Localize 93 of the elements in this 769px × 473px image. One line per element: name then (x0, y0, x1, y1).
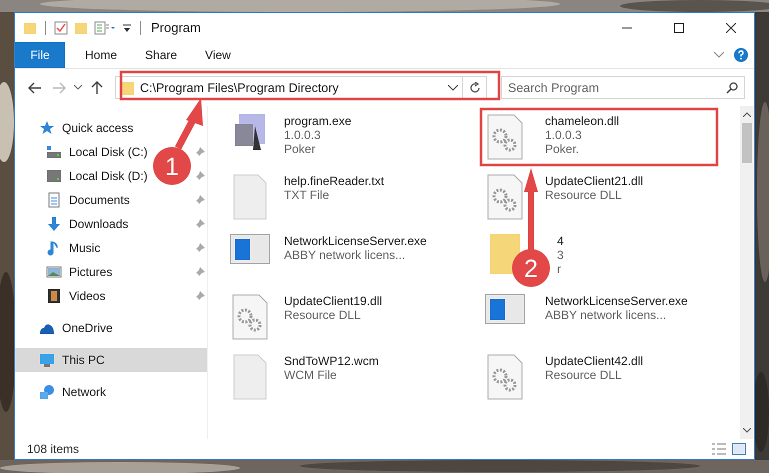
file-name[interactable]: NetworkLicenseServer.exe (284, 234, 427, 248)
refresh-icon (468, 82, 480, 94)
pin-icon[interactable] (195, 291, 205, 301)
file-name[interactable]: NetworkLicenseServer.exe (545, 294, 688, 308)
download-arrow-icon (46, 216, 62, 232)
sidebar-item[interactable]: Music (69, 241, 100, 255)
minimize-icon (622, 26, 632, 28)
file-detail: 3 (557, 248, 564, 262)
forward-arrow-icon[interactable] (52, 82, 66, 94)
app-window-icon (485, 294, 525, 324)
film-icon (46, 288, 62, 304)
file-detail: Resource DLL (545, 188, 623, 202)
folder-icon (122, 80, 134, 94)
gear-file-icon (232, 294, 268, 340)
picture-icon (46, 264, 62, 280)
sidebar-item[interactable]: Local Disk (C:) (69, 145, 148, 159)
file-name[interactable]: chameleon.dll (545, 114, 620, 128)
chevron-down-icon[interactable] (448, 84, 458, 90)
file-name[interactable]: UpdateClient19.dll (284, 294, 382, 308)
pin-icon[interactable] (195, 267, 205, 277)
large-icons-view-icon[interactable] (732, 443, 746, 455)
back-arrow-icon[interactable] (28, 82, 42, 94)
file-name[interactable]: SndToWP12.wcm (284, 354, 379, 368)
program-icon (235, 114, 265, 150)
numbered-badge: 1 (153, 147, 191, 185)
sidebar-item[interactable]: Network (62, 385, 106, 399)
app-window-icon (230, 234, 270, 264)
sidebar-item[interactable]: Videos (69, 289, 106, 303)
file-name[interactable]: program.exe (284, 114, 352, 128)
annotation-arrow (174, 98, 203, 150)
ribbon-tab[interactable]: Share (131, 42, 192, 68)
ribbon-tab[interactable]: File (15, 42, 65, 68)
file-name[interactable]: UpdateClient42.dll (545, 354, 644, 368)
numbered-badge: 2 (512, 249, 550, 287)
gear-file-icon (487, 354, 523, 400)
sidebar-item[interactable]: OneDrive (62, 321, 113, 335)
details-view-icon[interactable] (712, 443, 726, 455)
file-detail: ABBY network licens... (545, 308, 668, 322)
maximize-icon (674, 22, 684, 32)
gear-file-icon (487, 174, 523, 220)
blank-file-icon (233, 354, 267, 400)
help-icon[interactable] (734, 48, 748, 62)
sidebar-item[interactable]: This PC (62, 353, 105, 367)
folder-icon (490, 234, 520, 274)
refresh-button[interactable] (463, 76, 487, 99)
sidebar-item[interactable]: Quick access (62, 121, 134, 135)
item-count: 108 items (27, 442, 80, 456)
pin-icon[interactable] (195, 195, 205, 205)
dropdown-icon[interactable] (122, 22, 132, 34)
monitor-icon (39, 352, 55, 368)
close-icon (726, 22, 736, 32)
window-title: Program (151, 20, 202, 35)
address-field[interactable]: C:\Program Files\Program Directory (115, 76, 463, 99)
drive-icon (46, 144, 62, 160)
chevron-down-icon[interactable] (74, 85, 82, 90)
sidebar-item[interactable]: Pictures (69, 265, 112, 279)
file-detail: Poker. (545, 142, 580, 156)
scroll-thumb[interactable] (742, 123, 752, 163)
scroll-up-icon[interactable] (743, 112, 751, 117)
file-detail: 1.0.0.3 (284, 128, 322, 142)
file-detail: r (557, 262, 562, 276)
sidebar-item[interactable]: Local Disk (D:) (69, 169, 148, 183)
checklist-icon[interactable] (54, 20, 68, 34)
properties-icon[interactable] (94, 20, 116, 34)
sidebar-item[interactable]: Documents (69, 193, 130, 207)
up-arrow-icon[interactable] (91, 80, 103, 94)
network-icon (39, 384, 55, 400)
file-detail: Resource DLL (284, 308, 362, 322)
file-detail: Resource DLL (545, 368, 623, 382)
search-icon[interactable] (726, 82, 738, 94)
scroll-down-icon[interactable] (743, 428, 751, 433)
file-detail: 1.0.0.3 (545, 128, 583, 142)
pin-icon[interactable] (195, 171, 205, 181)
pin-icon[interactable] (195, 243, 205, 253)
search-box[interactable]: Search Program (501, 76, 745, 99)
drive-icon (46, 168, 62, 184)
pin-icon[interactable] (195, 147, 205, 157)
document-icon (46, 192, 62, 208)
file-name[interactable]: UpdateClient21.dll (545, 174, 644, 188)
file-detail: TXT File (284, 188, 330, 202)
ribbon-tab[interactable]: View (191, 42, 245, 68)
ribbon-tab[interactable]: Home (71, 42, 132, 68)
blank-file-icon (233, 174, 267, 220)
file-name[interactable]: help.fineReader.txt (284, 174, 384, 188)
file-name[interactable]: 4 (557, 234, 564, 248)
file-detail: WCM File (284, 368, 338, 382)
file-detail: ABBY network licens... (284, 248, 406, 262)
pin-icon[interactable] (195, 219, 205, 229)
gear-file-icon (487, 114, 523, 160)
scrollbar[interactable] (740, 106, 754, 439)
file-detail: Poker (284, 142, 316, 156)
sidebar-item[interactable]: Downloads (69, 217, 128, 231)
star-icon (39, 120, 55, 136)
